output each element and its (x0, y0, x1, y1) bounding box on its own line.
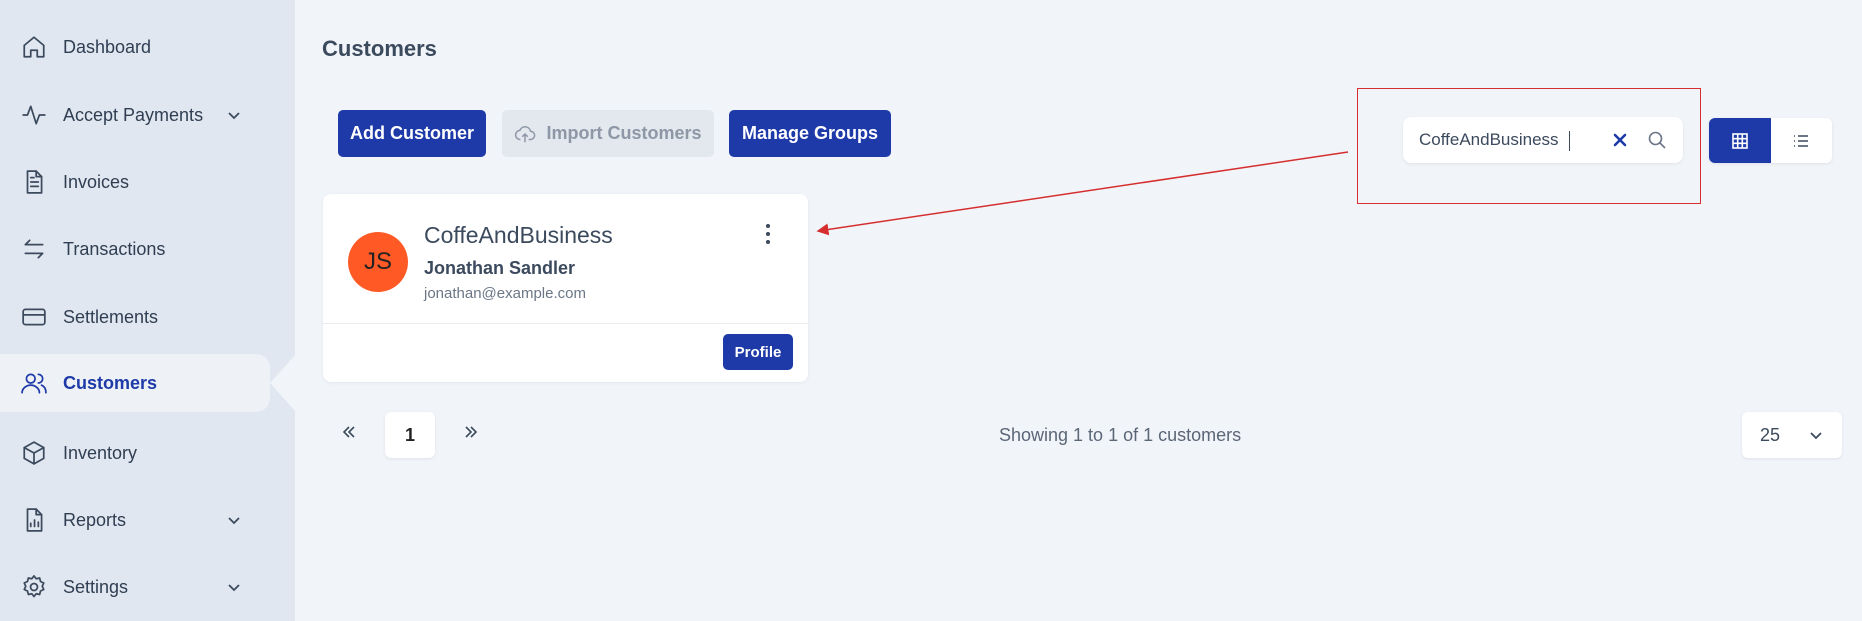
sidebar-item-settings[interactable]: Settings (0, 558, 270, 616)
grid-view-button[interactable] (1709, 118, 1771, 163)
list-view-button[interactable] (1771, 118, 1833, 163)
sidebar-item-reports[interactable]: Reports (0, 491, 270, 549)
per-page-value: 25 (1760, 425, 1781, 445)
report-icon (20, 506, 48, 534)
sidebar-item-settlements[interactable]: Settlements (0, 288, 270, 346)
sidebar-item-label: Accept Payments (63, 104, 204, 125)
sidebar-item-label: Settlements (63, 306, 159, 327)
customer-email: jonathan@example.com (424, 285, 586, 302)
more-options-icon[interactable] (760, 222, 776, 246)
sidebar-item-accept-payments[interactable]: Accept Payments (0, 86, 270, 144)
card-icon (20, 303, 48, 331)
profile-button[interactable]: Profile (723, 334, 793, 370)
manage-groups-button[interactable]: Manage Groups (729, 110, 891, 157)
sidebar-item-label: Reports (63, 509, 127, 530)
sidebar-item-customers[interactable]: Customers (0, 354, 270, 412)
sidebar-item-label: Invoices (63, 171, 130, 192)
gear-icon (20, 573, 48, 601)
first-page-icon[interactable] (339, 422, 359, 442)
arrows-icon (20, 235, 48, 263)
per-page-select[interactable]: 25 (1742, 412, 1842, 458)
sidebar-item-label: Transactions (63, 238, 166, 259)
users-icon (20, 369, 48, 397)
active-indicator (270, 354, 296, 412)
import-customers-label: Import Customers (546, 123, 702, 143)
sidebar-item-label: Settings (63, 576, 129, 597)
activity-icon (20, 101, 48, 129)
import-customers-button[interactable]: Import Customers (502, 110, 714, 157)
sidebar-item-dashboard[interactable]: Dashboard (0, 18, 270, 76)
card-divider (323, 323, 808, 324)
chevron-down-icon[interactable] (226, 579, 242, 595)
cloud-upload-icon (515, 125, 536, 142)
list-icon (1794, 134, 1809, 147)
pagination-summary: Showing 1 to 1 of 1 customers (999, 425, 1242, 445)
sidebar-item-label: Dashboard (63, 36, 152, 57)
add-customer-button[interactable]: Add Customer (338, 110, 486, 157)
chevron-down-icon[interactable] (226, 512, 242, 528)
sidebar-item-label: Inventory (63, 442, 138, 463)
grid-icon (1731, 132, 1748, 149)
annotation-highlight-box (1357, 88, 1701, 204)
document-icon (20, 168, 48, 196)
view-toggle (1709, 118, 1832, 163)
customer-card: JS CoffeAndBusiness Jonathan Sandler jon… (323, 194, 808, 382)
last-page-icon[interactable] (461, 422, 481, 442)
sidebar-item-invoices[interactable]: Invoices (0, 153, 270, 211)
customer-name: Jonathan Sandler (424, 258, 576, 278)
chevron-down-icon (1808, 427, 1824, 443)
box-icon (20, 439, 48, 467)
customer-company: CoffeAndBusiness (424, 222, 613, 248)
chevron-down-icon[interactable] (226, 107, 242, 123)
sidebar: Dashboard Accept Payments Invoices Trans… (0, 0, 296, 621)
page-number-button[interactable]: 1 (385, 412, 435, 458)
home-icon (20, 33, 48, 61)
sidebar-item-label: Customers (63, 372, 158, 393)
avatar: JS (348, 232, 408, 292)
sidebar-item-transactions[interactable]: Transactions (0, 220, 270, 278)
page-title: Customers (322, 36, 437, 61)
sidebar-item-inventory[interactable]: Inventory (0, 424, 270, 482)
